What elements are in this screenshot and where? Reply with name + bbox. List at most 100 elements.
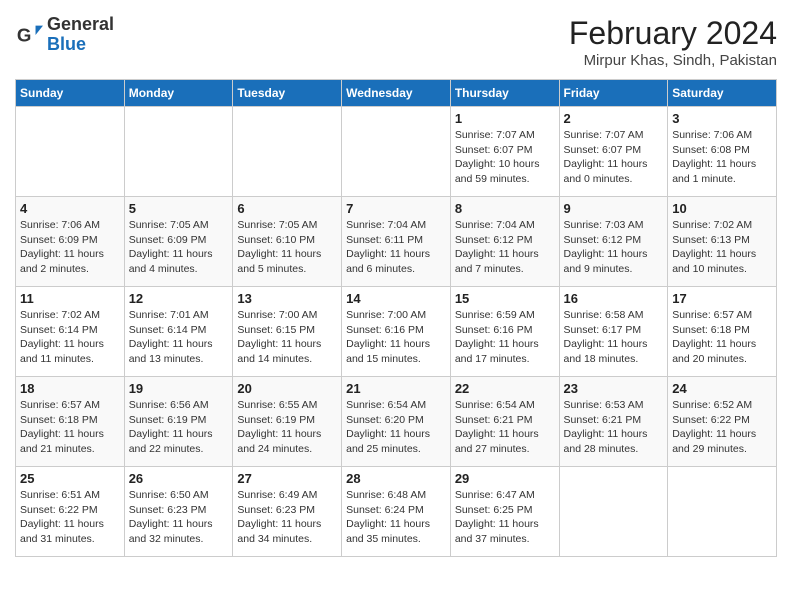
calendar-cell: 27 Sunrise: 6:49 AM Sunset: 6:23 PM Dayli… <box>233 467 342 557</box>
day-number: 18 <box>20 381 120 396</box>
calendar-cell: 4Sunrise: 7:06 AM Sunset: 6:09 PM Daylig… <box>16 197 125 287</box>
day-number: 3 <box>672 111 772 126</box>
day-info: Sunrise: 6:49 AM Sunset: 6:23 PM Dayligh… <box>237 488 337 547</box>
calendar-cell: 7 Sunrise: 7:04 AM Sunset: 6:11 PM Daylig… <box>342 197 451 287</box>
day-info: Sunrise: 7:03 AM Sunset: 6:12 PM Dayligh… <box>564 218 664 277</box>
calendar-cell: 8Sunrise: 7:04 AM Sunset: 6:12 PM Daylig… <box>450 197 559 287</box>
week-row: 1 Sunrise: 7:07 AM Sunset: 6:07 PM Daylig… <box>16 107 777 197</box>
calendar-cell: 11 Sunrise: 7:02 AM Sunset: 6:14 PM Dayli… <box>16 287 125 377</box>
calendar-cell: 5 Sunrise: 7:05 AM Sunset: 6:09 PM Daylig… <box>124 197 233 287</box>
calendar-subtitle: Mirpur Khas, Sindh, Pakistan <box>569 52 777 69</box>
calendar-cell: 28 Sunrise: 6:48 AM Sunset: 6:24 PM Dayli… <box>342 467 451 557</box>
day-info: Sunrise: 6:54 AM Sunset: 6:21 PM Dayligh… <box>455 398 555 457</box>
day-info: Sunrise: 7:05 AM Sunset: 6:10 PM Dayligh… <box>237 218 337 277</box>
day-number: 16 <box>564 291 664 306</box>
svg-text:G: G <box>17 24 32 45</box>
calendar-title: February 2024 <box>569 15 777 52</box>
day-number: 11 <box>20 291 120 306</box>
day-info: Sunrise: 6:48 AM Sunset: 6:24 PM Dayligh… <box>346 488 446 547</box>
day-info: Sunrise: 7:04 AM Sunset: 6:11 PM Dayligh… <box>346 218 446 277</box>
calendar-table: SundayMondayTuesdayWednesdayThursdayFrid… <box>15 79 777 557</box>
header-cell-sunday: Sunday <box>16 80 125 107</box>
day-number: 20 <box>237 381 337 396</box>
day-info: Sunrise: 7:05 AM Sunset: 6:09 PM Dayligh… <box>129 218 229 277</box>
header-row: SundayMondayTuesdayWednesdayThursdayFrid… <box>16 80 777 107</box>
calendar-header: SundayMondayTuesdayWednesdayThursdayFrid… <box>16 80 777 107</box>
logo-text-line2: Blue <box>47 35 114 55</box>
day-number: 2 <box>564 111 664 126</box>
calendar-cell: 15 Sunrise: 6:59 AM Sunset: 6:16 PM Dayli… <box>450 287 559 377</box>
calendar-cell: 2Sunrise: 7:07 AM Sunset: 6:07 PM Daylig… <box>559 107 668 197</box>
header-cell-monday: Monday <box>124 80 233 107</box>
calendar-cell: 17 Sunrise: 6:57 AM Sunset: 6:18 PM Dayli… <box>668 287 777 377</box>
day-info: Sunrise: 7:06 AM Sunset: 6:09 PM Dayligh… <box>20 218 120 277</box>
day-number: 15 <box>455 291 555 306</box>
day-number: 14 <box>346 291 446 306</box>
day-info: Sunrise: 6:47 AM Sunset: 6:25 PM Dayligh… <box>455 488 555 547</box>
day-number: 17 <box>672 291 772 306</box>
day-info: Sunrise: 6:59 AM Sunset: 6:16 PM Dayligh… <box>455 308 555 367</box>
day-info: Sunrise: 6:50 AM Sunset: 6:23 PM Dayligh… <box>129 488 229 547</box>
calendar-cell: 16 Sunrise: 6:58 AM Sunset: 6:17 PM Dayli… <box>559 287 668 377</box>
day-info: Sunrise: 7:07 AM Sunset: 6:07 PM Dayligh… <box>455 128 555 187</box>
day-info: Sunrise: 6:52 AM Sunset: 6:22 PM Dayligh… <box>672 398 772 457</box>
day-number: 28 <box>346 471 446 486</box>
day-info: Sunrise: 6:58 AM Sunset: 6:17 PM Dayligh… <box>564 308 664 367</box>
day-number: 1 <box>455 111 555 126</box>
day-number: 24 <box>672 381 772 396</box>
logo-text-line1: General <box>47 15 114 35</box>
week-row: 18 Sunrise: 6:57 AM Sunset: 6:18 PM Dayli… <box>16 377 777 467</box>
title-block: February 2024 Mirpur Khas, Sindh, Pakist… <box>569 15 777 69</box>
day-number: 21 <box>346 381 446 396</box>
week-row: 11 Sunrise: 7:02 AM Sunset: 6:14 PM Dayli… <box>16 287 777 377</box>
day-info: Sunrise: 7:00 AM Sunset: 6:16 PM Dayligh… <box>346 308 446 367</box>
day-number: 27 <box>237 471 337 486</box>
calendar-cell: 9Sunrise: 7:03 AM Sunset: 6:12 PM Daylig… <box>559 197 668 287</box>
day-number: 10 <box>672 201 772 216</box>
day-number: 13 <box>237 291 337 306</box>
calendar-cell <box>559 467 668 557</box>
calendar-cell <box>342 107 451 197</box>
week-row: 25 Sunrise: 6:51 AM Sunset: 6:22 PM Dayli… <box>16 467 777 557</box>
day-number: 19 <box>129 381 229 396</box>
calendar-cell: 26 Sunrise: 6:50 AM Sunset: 6:23 PM Dayli… <box>124 467 233 557</box>
calendar-cell: 22 Sunrise: 6:54 AM Sunset: 6:21 PM Dayli… <box>450 377 559 467</box>
calendar-cell: 29Sunrise: 6:47 AM Sunset: 6:25 PM Dayli… <box>450 467 559 557</box>
day-info: Sunrise: 7:02 AM Sunset: 6:13 PM Dayligh… <box>672 218 772 277</box>
calendar-cell: 25 Sunrise: 6:51 AM Sunset: 6:22 PM Dayli… <box>16 467 125 557</box>
calendar-cell <box>124 107 233 197</box>
day-info: Sunrise: 6:57 AM Sunset: 6:18 PM Dayligh… <box>672 308 772 367</box>
day-number: 22 <box>455 381 555 396</box>
day-info: Sunrise: 6:53 AM Sunset: 6:21 PM Dayligh… <box>564 398 664 457</box>
calendar-cell: 14 Sunrise: 7:00 AM Sunset: 6:16 PM Dayli… <box>342 287 451 377</box>
logo-icon: G <box>15 21 43 49</box>
day-number: 26 <box>129 471 229 486</box>
day-number: 5 <box>129 201 229 216</box>
day-number: 12 <box>129 291 229 306</box>
day-info: Sunrise: 6:56 AM Sunset: 6:19 PM Dayligh… <box>129 398 229 457</box>
day-info: Sunrise: 7:01 AM Sunset: 6:14 PM Dayligh… <box>129 308 229 367</box>
header-cell-tuesday: Tuesday <box>233 80 342 107</box>
calendar-body: 1 Sunrise: 7:07 AM Sunset: 6:07 PM Daylig… <box>16 107 777 557</box>
calendar-cell: 20Sunrise: 6:55 AM Sunset: 6:19 PM Dayli… <box>233 377 342 467</box>
calendar-cell: 6Sunrise: 7:05 AM Sunset: 6:10 PM Daylig… <box>233 197 342 287</box>
day-info: Sunrise: 7:02 AM Sunset: 6:14 PM Dayligh… <box>20 308 120 367</box>
day-number: 7 <box>346 201 446 216</box>
day-number: 8 <box>455 201 555 216</box>
calendar-cell <box>233 107 342 197</box>
calendar-cell: 23 Sunrise: 6:53 AM Sunset: 6:21 PM Dayli… <box>559 377 668 467</box>
calendar-cell: 18 Sunrise: 6:57 AM Sunset: 6:18 PM Dayli… <box>16 377 125 467</box>
day-number: 23 <box>564 381 664 396</box>
day-info: Sunrise: 6:51 AM Sunset: 6:22 PM Dayligh… <box>20 488 120 547</box>
header-cell-wednesday: Wednesday <box>342 80 451 107</box>
day-info: Sunrise: 6:54 AM Sunset: 6:20 PM Dayligh… <box>346 398 446 457</box>
calendar-cell: 19 Sunrise: 6:56 AM Sunset: 6:19 PM Dayli… <box>124 377 233 467</box>
day-info: Sunrise: 6:57 AM Sunset: 6:18 PM Dayligh… <box>20 398 120 457</box>
calendar-cell <box>16 107 125 197</box>
logo: G General Blue <box>15 15 114 55</box>
page-header: G General Blue February 2024 Mirpur Khas… <box>15 15 777 69</box>
calendar-cell: 24 Sunrise: 6:52 AM Sunset: 6:22 PM Dayli… <box>668 377 777 467</box>
calendar-cell: 10 Sunrise: 7:02 AM Sunset: 6:13 PM Dayli… <box>668 197 777 287</box>
calendar-cell: 13Sunrise: 7:00 AM Sunset: 6:15 PM Dayli… <box>233 287 342 377</box>
day-number: 25 <box>20 471 120 486</box>
